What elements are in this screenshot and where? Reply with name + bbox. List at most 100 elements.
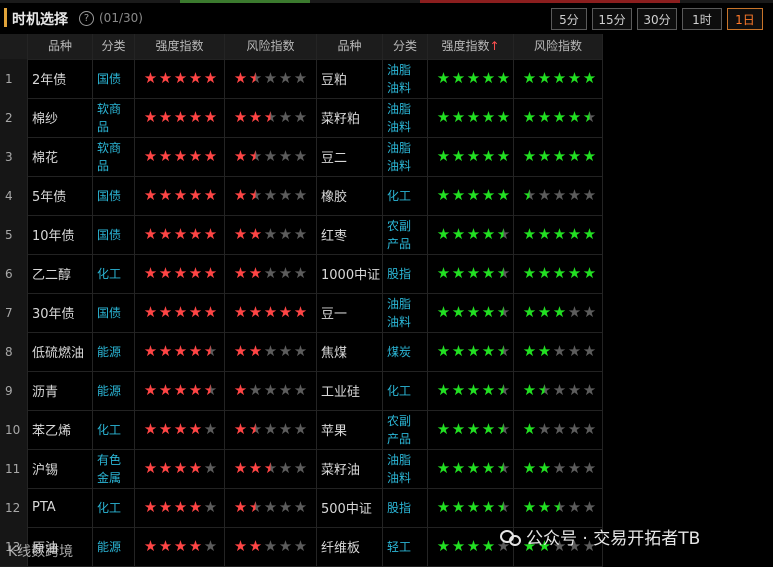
instrument-name-left[interactable]: 沥青	[28, 371, 93, 410]
timeframe-1h-button[interactable]: 1时	[682, 8, 722, 30]
instrument-name-left[interactable]: 低硫燃油	[28, 332, 93, 371]
instrument-name-left[interactable]: 5年债	[28, 176, 93, 215]
table-row[interactable]: 2 棉纱 软商品 ★ ★ ★ ★ ★ ★ ★ ★ ★ ★ 菜籽粕 油脂油料 ★ ★ ★ ★ ★ ★ ★ ★ ★ ★	[0, 98, 603, 138]
instrument-name-right[interactable]: 焦煤	[317, 332, 383, 371]
row-index[interactable]: 3	[0, 137, 28, 176]
row-index[interactable]: 6	[0, 254, 28, 293]
strength-rating-left: ★ ★ ★ ★ ★	[135, 215, 225, 254]
header-strength-left[interactable]: 强度指数	[135, 34, 225, 59]
table-row[interactable]: 12 PTA 化工 ★ ★ ★ ★ ★ ★ ★ ★ ★ ★ 500中证 股指 ★ ★ ★ ★ ★ ★ ★ ★ ★ ★	[0, 488, 603, 528]
header-strength-right[interactable]: 强度指数↑	[428, 34, 514, 59]
category-left[interactable]: 化工	[93, 488, 135, 527]
star-icon: ★	[173, 303, 188, 321]
table-row[interactable]: 4 5年债 国债 ★ ★ ★ ★ ★ ★ ★ ★ ★ ★ 橡胶 化工 ★ ★ ★ ★ ★ ★ ★ ★ ★ ★	[0, 176, 603, 216]
risk-rating-right: ★ ★ ★ ★ ★	[514, 371, 603, 410]
category-left[interactable]: 能源	[93, 527, 135, 566]
instrument-name-right[interactable]: 500中证	[317, 488, 383, 527]
instrument-name-left[interactable]: 苯乙烯	[28, 410, 93, 449]
star-icon: ★	[567, 342, 582, 360]
category-right[interactable]: 农副产品	[383, 215, 428, 254]
table-row[interactable]: 8 低硫燃油 能源 ★ ★ ★ ★ ★ ★ ★ ★ ★ ★ 焦煤 煤炭 ★ ★ ★ ★ ★ ★ ★ ★ ★ ★	[0, 332, 603, 372]
star-icon: ★	[537, 264, 552, 282]
help-icon[interactable]: ?	[79, 11, 94, 26]
star-icon: ★	[203, 459, 218, 477]
category-right-text: 轻工	[387, 540, 412, 554]
category-left[interactable]: 国债	[93, 59, 135, 98]
table-row[interactable]: 9 沥青 能源 ★ ★ ★ ★ ★ ★ ★ ★ ★ ★ 工业硅 化工 ★ ★ ★ ★ ★ ★ ★ ★ ★ ★	[0, 371, 603, 411]
header-name-right[interactable]: 品种	[317, 34, 383, 59]
timeframe-1d-button[interactable]: 1日	[727, 8, 763, 30]
row-index[interactable]: 12	[0, 488, 28, 527]
instrument-name-left[interactable]: 棉花	[28, 137, 93, 176]
instrument-name-left[interactable]: 乙二醇	[28, 254, 93, 293]
table-row[interactable]: 11 沪锡 有色金属 ★ ★ ★ ★ ★ ★ ★ ★ ★ ★ 菜籽油 油脂油料 ★ ★ ★ ★ ★ ★ ★ ★ ★ ★	[0, 449, 603, 489]
instrument-name-right[interactable]: 红枣	[317, 215, 383, 254]
star-icon: ★	[203, 303, 218, 321]
category-right[interactable]: 轻工	[383, 527, 428, 566]
category-left[interactable]: 化工	[93, 254, 135, 293]
instrument-name-right[interactable]: 豆二	[317, 137, 383, 176]
category-left[interactable]: 软商品	[93, 137, 135, 176]
category-left[interactable]: 软商品	[93, 98, 135, 137]
category-right[interactable]: 油脂油料	[383, 137, 428, 176]
category-left[interactable]: 能源	[93, 332, 135, 371]
table-row[interactable]: 5 10年债 国债 ★ ★ ★ ★ ★ ★ ★ ★ ★ ★ 红枣 农副产品 ★ ★ ★ ★ ★ ★ ★ ★ ★ ★	[0, 215, 603, 255]
header-risk-right[interactable]: 风险指数	[514, 34, 603, 59]
category-left[interactable]: 国债	[93, 293, 135, 332]
instrument-name-right[interactable]: 纤维板	[317, 527, 383, 566]
category-right[interactable]: 股指	[383, 488, 428, 527]
row-index[interactable]: 2	[0, 98, 28, 137]
instrument-name-right[interactable]: 1000中证	[317, 254, 383, 293]
category-right[interactable]: 油脂油料	[383, 59, 428, 98]
row-index[interactable]: 8	[0, 332, 28, 371]
instrument-name-left[interactable]: 棉纱	[28, 98, 93, 137]
instrument-name-right[interactable]: 工业硅	[317, 371, 383, 410]
row-index[interactable]: 9	[0, 371, 28, 410]
timeframe-15min-button[interactable]: 15分	[592, 8, 632, 30]
header-risk-left[interactable]: 风险指数	[225, 34, 317, 59]
category-left[interactable]: 有色金属	[93, 449, 135, 488]
category-right[interactable]: 煤炭	[383, 332, 428, 371]
instrument-name-left[interactable]: 沪锡	[28, 449, 93, 488]
star-icon: ★	[451, 225, 466, 243]
instrument-name-right[interactable]: 菜籽粕	[317, 98, 383, 137]
instrument-name-left[interactable]: 2年债	[28, 59, 93, 98]
timeframe-30min-button[interactable]: 30分	[637, 8, 677, 30]
category-left[interactable]: 能源	[93, 371, 135, 410]
category-right[interactable]: 股指	[383, 254, 428, 293]
row-index[interactable]: 5	[0, 215, 28, 254]
table-row[interactable]: 7 30年债 国债 ★ ★ ★ ★ ★ ★ ★ ★ ★ ★ 豆一 油脂油料 ★ ★ ★ ★ ★ ★ ★ ★ ★ ★	[0, 293, 603, 333]
instrument-name-left[interactable]: PTA	[28, 488, 93, 527]
table-row[interactable]: 1 2年债 国债 ★ ★ ★ ★ ★ ★ ★ ★ ★ ★ 豆粕 油脂油料 ★ ★ ★ ★ ★ ★ ★ ★ ★ ★	[0, 59, 603, 99]
category-right[interactable]: 化工	[383, 371, 428, 410]
header-category-right[interactable]: 分类	[383, 34, 428, 59]
header-category-left[interactable]: 分类	[93, 34, 135, 59]
header-name-left[interactable]: 品种	[28, 34, 93, 59]
category-left[interactable]: 国债	[93, 176, 135, 215]
row-index[interactable]: 10	[0, 410, 28, 449]
instrument-name-right[interactable]: 苹果	[317, 410, 383, 449]
instrument-name-left[interactable]: 10年债	[28, 215, 93, 254]
instrument-name-right[interactable]: 橡胶	[317, 176, 383, 215]
category-right[interactable]: 油脂油料	[383, 98, 428, 137]
category-right[interactable]: 油脂油料	[383, 449, 428, 488]
category-left[interactable]: 化工	[93, 410, 135, 449]
table-row[interactable]: 3 棉花 软商品 ★ ★ ★ ★ ★ ★ ★ ★ ★ ★ 豆二 油脂油料 ★ ★ ★ ★ ★ ★ ★ ★ ★ ★	[0, 137, 603, 177]
category-left[interactable]: 国债	[93, 215, 135, 254]
instrument-name-right[interactable]: 豆一	[317, 293, 383, 332]
instrument-name-left[interactable]: 30年债	[28, 293, 93, 332]
instrument-name-right[interactable]: 豆粕	[317, 59, 383, 98]
star-icon: ★	[481, 498, 496, 516]
category-right[interactable]: 农副产品	[383, 410, 428, 449]
row-index[interactable]: 7	[0, 293, 28, 332]
table-row[interactable]: 10 苯乙烯 化工 ★ ★ ★ ★ ★ ★ ★ ★ ★ ★ 苹果 农副产品 ★ ★ ★ ★ ★ ★ ★ ★ ★ ★	[0, 410, 603, 450]
row-index[interactable]: 1	[0, 59, 28, 98]
row-index[interactable]: 4	[0, 176, 28, 215]
timeframe-5min-button[interactable]: 5分	[551, 8, 587, 30]
row-index[interactable]: 11	[0, 449, 28, 488]
category-right[interactable]: 油脂油料	[383, 293, 428, 332]
instrument-name-right[interactable]: 菜籽油	[317, 449, 383, 488]
table-row[interactable]: 6 乙二醇 化工 ★ ★ ★ ★ ★ ★ ★ ★ ★ ★ 1000中证 股指 ★ ★ ★ ★ ★ ★ ★ ★ ★ ★	[0, 254, 603, 294]
risk-rating-left: ★ ★ ★ ★ ★	[225, 98, 317, 137]
category-right[interactable]: 化工	[383, 176, 428, 215]
